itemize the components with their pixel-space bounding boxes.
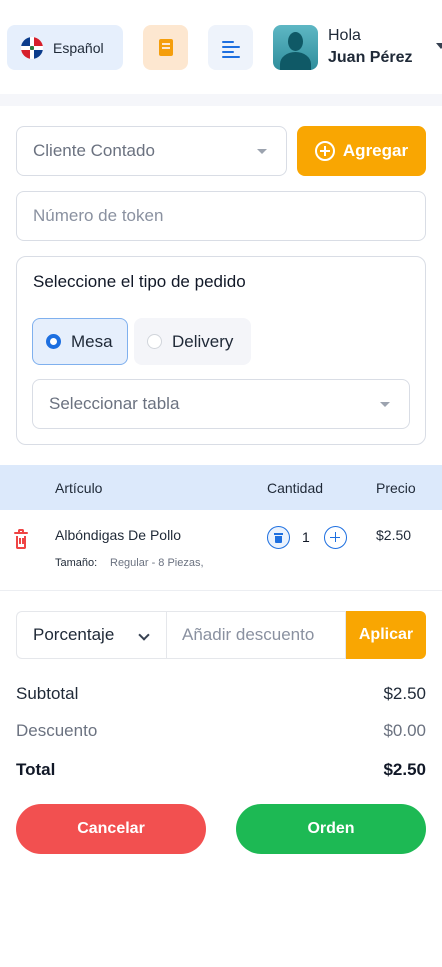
- radio-unselected-icon: [147, 334, 162, 349]
- trash-icon: [274, 532, 283, 543]
- receipt-button[interactable]: [143, 25, 188, 70]
- customer-select-value: Cliente Contado: [33, 141, 155, 160]
- order-type-delivery[interactable]: Delivery: [134, 318, 251, 365]
- discount-type-value: Porcentaje: [33, 625, 115, 644]
- order-button[interactable]: Orden: [236, 804, 426, 854]
- caret-down-icon: [257, 149, 267, 154]
- table-select-placeholder: Seleccionar tabla: [49, 394, 180, 413]
- order-type-title: Seleccione el tipo de pedido: [33, 272, 246, 291]
- radio-selected-icon: [46, 334, 61, 349]
- chevron-down-icon[interactable]: [436, 43, 442, 49]
- chevron-down-icon: [138, 629, 150, 641]
- menu-lines-icon: [221, 40, 240, 58]
- add-customer-button[interactable]: Agregar: [297, 126, 426, 176]
- language-label: Español: [53, 39, 104, 56]
- language-selector-button[interactable]: Español: [7, 25, 123, 70]
- avatar[interactable]: [273, 25, 318, 70]
- table-select[interactable]: Seleccionar tabla: [32, 379, 410, 429]
- order-type-card: Seleccione el tipo de pedido Mesa Delive…: [16, 256, 426, 445]
- dominican-republic-flag-icon: [21, 36, 43, 59]
- menu-button[interactable]: [208, 25, 253, 70]
- add-button-label: Agregar: [342, 141, 409, 160]
- column-header-quantity: Cantidad: [267, 480, 324, 496]
- subtotal-value: $2.50: [383, 684, 426, 703]
- discount-label: Descuento: [16, 721, 98, 740]
- greeting-text: Hola: [328, 27, 361, 44]
- decrease-quantity-button[interactable]: [267, 526, 290, 549]
- increase-quantity-button[interactable]: [324, 526, 347, 549]
- item-size-value: Regular - 8 Piezas,: [110, 557, 204, 569]
- item-name: Albóndigas De Pollo: [55, 527, 182, 543]
- user-name[interactable]: Juan Pérez: [328, 49, 412, 67]
- column-header-price: Precio: [376, 480, 416, 496]
- subtotal-label: Subtotal: [16, 684, 79, 703]
- customer-select[interactable]: Cliente Contado: [16, 126, 287, 176]
- order-type-mesa-label: Mesa: [71, 331, 113, 351]
- token-input[interactable]: [16, 191, 426, 241]
- items-table-header: Artículo Cantidad Precio: [0, 465, 442, 510]
- table-row: Albóndigas De Pollo Tamaño: Regular - 8 …: [0, 510, 442, 591]
- receipt-icon: [158, 39, 173, 56]
- total-value: $2.50: [383, 760, 426, 779]
- discount-value: $0.00: [383, 721, 426, 740]
- total-label: Total: [16, 760, 56, 779]
- item-price: $2.50: [376, 527, 412, 543]
- plus-circle-icon: [314, 141, 335, 161]
- item-quantity: 1: [302, 529, 310, 545]
- discount-input[interactable]: [166, 611, 346, 659]
- column-header-item: Artículo: [55, 480, 103, 496]
- discount-type-select[interactable]: Porcentaje: [16, 611, 166, 659]
- item-size-label: Tamaño:: [55, 557, 98, 569]
- discount-group: Porcentaje Aplicar: [16, 611, 426, 659]
- order-type-delivery-label: Delivery: [172, 331, 234, 351]
- apply-discount-button[interactable]: Aplicar: [346, 611, 426, 659]
- cancel-button[interactable]: Cancelar: [16, 804, 206, 854]
- header-bar: Español Hola Juan Pérez: [0, 0, 442, 94]
- order-type-mesa[interactable]: Mesa: [32, 318, 128, 365]
- caret-down-icon: [380, 402, 390, 407]
- header-divider: [0, 94, 442, 106]
- remove-item-trash-icon[interactable]: [14, 529, 28, 549]
